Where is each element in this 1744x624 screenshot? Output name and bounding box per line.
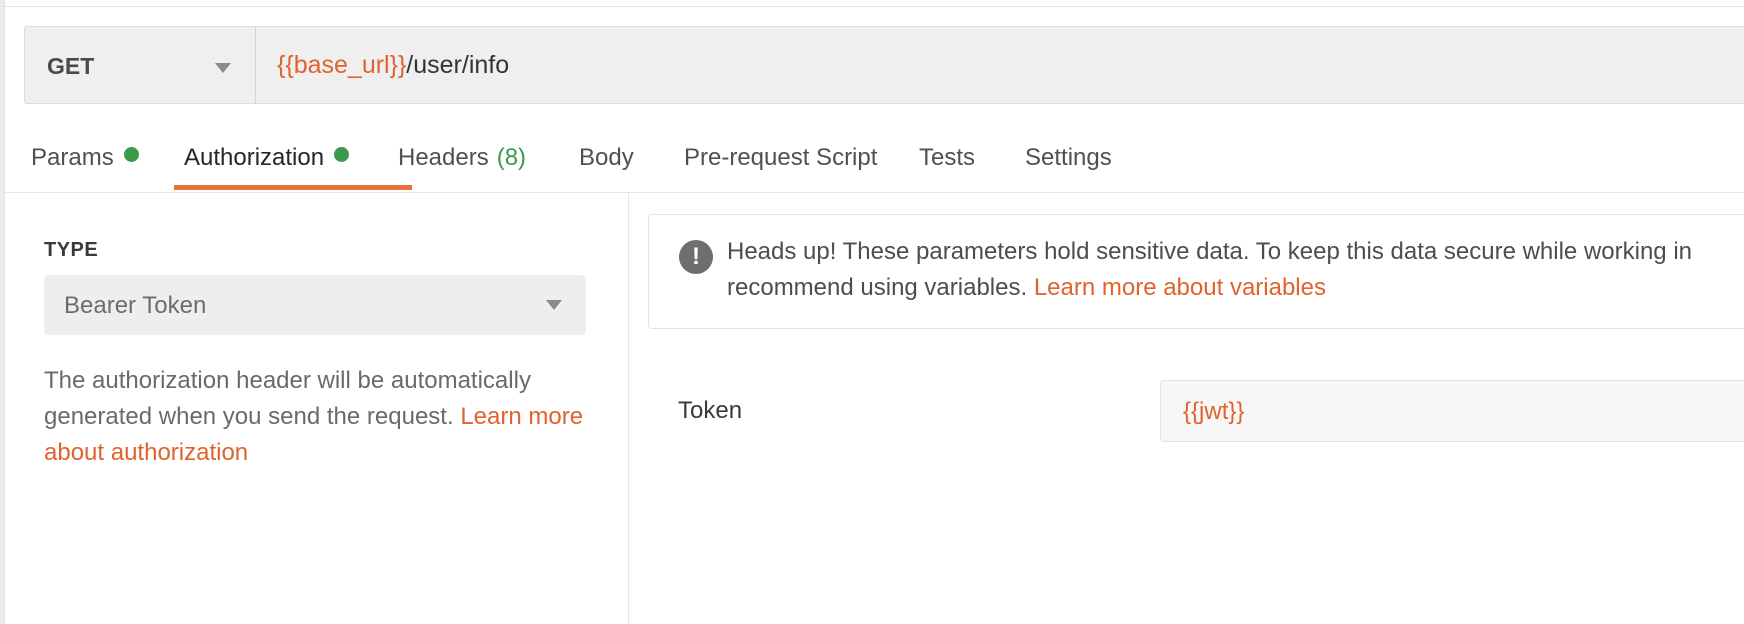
status-dot bbox=[334, 147, 350, 162]
auth-description-text: The authorization header will be automat… bbox=[44, 367, 531, 430]
tab-settings[interactable]: Settings bbox=[1025, 144, 1112, 172]
alert-message: Heads up! These parameters hold sensitiv… bbox=[727, 234, 1744, 306]
token-value: {{jwt}} bbox=[1183, 398, 1245, 425]
tab-label: Body bbox=[579, 144, 634, 171]
tab-params[interactable]: Params bbox=[31, 144, 139, 172]
method-label: GET bbox=[47, 53, 95, 79]
chevron-down-icon bbox=[546, 300, 562, 310]
tab-label: Settings bbox=[1025, 144, 1112, 171]
token-field[interactable]: {{jwt}} bbox=[1160, 380, 1744, 442]
headers-count-badge: (8) bbox=[496, 144, 527, 171]
token-label: Token bbox=[678, 397, 743, 424]
tab-tests[interactable]: Tests bbox=[919, 144, 975, 172]
tab-pre-request-script[interactable]: Pre-request Script bbox=[684, 144, 877, 172]
tab-headers[interactable]: Headers (8) bbox=[398, 144, 526, 172]
tab-label: Params bbox=[31, 144, 114, 171]
chevron-down-icon bbox=[215, 63, 231, 73]
tab-authorization[interactable]: Authorization bbox=[184, 144, 350, 172]
request-url-bar: GET {{base_url}}/user/info bbox=[24, 26, 1744, 104]
url-variable: {{base_url}} bbox=[277, 51, 407, 79]
request-tabs: Params Authorization Headers (8) Body Pre… bbox=[4, 130, 1744, 192]
postman-request-editor: GET {{base_url}}/user/info Params Author… bbox=[0, 0, 1744, 624]
sensitive-data-alert: ! Heads up! These parameters hold sensit… bbox=[648, 214, 1744, 329]
url-input[interactable]: {{base_url}}/user/info bbox=[277, 51, 509, 80]
exclamation-circle-icon: ! bbox=[679, 240, 713, 274]
alert-text-line2: recommend using variables. bbox=[727, 274, 1028, 301]
auth-type-value: Bearer Token bbox=[64, 292, 207, 319]
auth-description: The authorization header will be automat… bbox=[44, 363, 584, 471]
learn-more-variables-link[interactable]: Learn more about variables bbox=[1034, 274, 1326, 301]
tab-label: Tests bbox=[919, 144, 976, 171]
tab-label: Authorization bbox=[184, 144, 325, 171]
top-divider bbox=[4, 6, 1744, 7]
alert-text-line1: Heads up! These parameters hold sensitiv… bbox=[727, 238, 1692, 265]
status-dot bbox=[123, 147, 139, 162]
tab-body[interactable]: Body bbox=[579, 144, 634, 172]
url-path: /user/info bbox=[406, 51, 510, 79]
tab-label: Headers bbox=[398, 144, 489, 171]
auth-type-select[interactable]: Bearer Token bbox=[44, 275, 586, 335]
method-select[interactable]: GET bbox=[25, 27, 256, 103]
tab-label: Pre-request Script bbox=[684, 144, 878, 171]
auth-type-pane: TYPE Bearer Token The authorization head… bbox=[4, 193, 629, 624]
active-tab-indicator bbox=[174, 185, 412, 190]
type-heading: TYPE bbox=[44, 239, 99, 261]
